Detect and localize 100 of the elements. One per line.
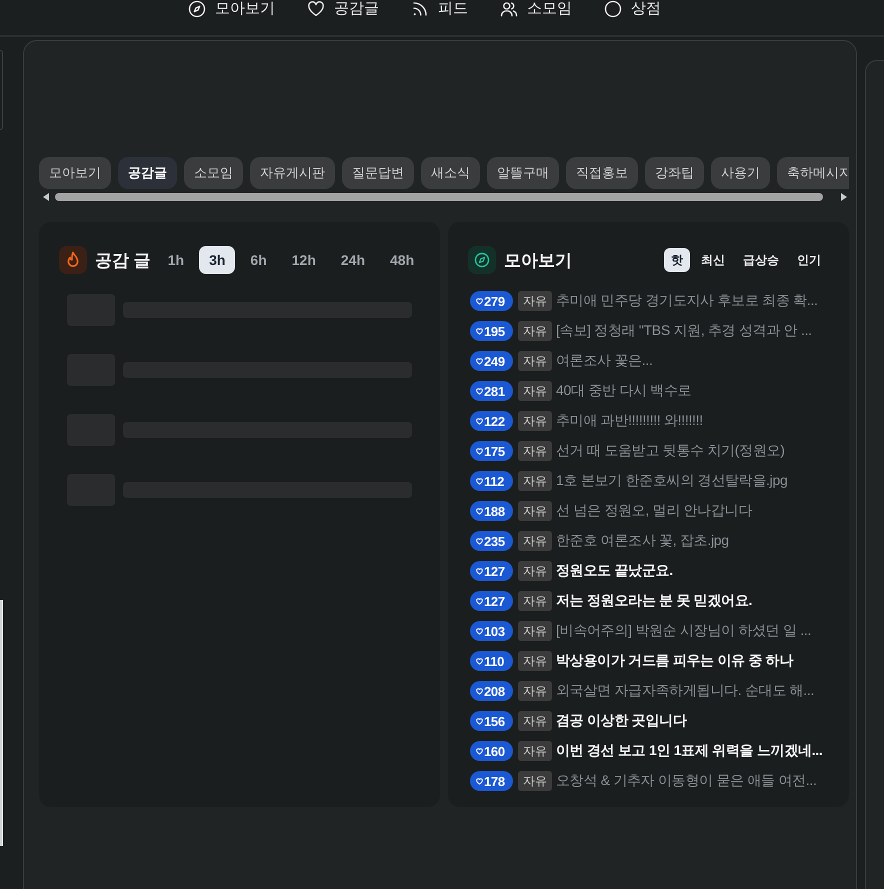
like-count: 175 xyxy=(484,444,505,458)
post-title[interactable]: 40대 중반 다시 백수로 xyxy=(556,382,692,400)
post-title[interactable]: 선 넘은 정원오, 멀리 안나갑니다 xyxy=(556,502,752,520)
scroll-right-icon[interactable] xyxy=(841,193,847,201)
heart-icon xyxy=(307,0,325,18)
like-count: 279 xyxy=(484,294,505,308)
nav-link[interactable]: 공감글 xyxy=(307,0,379,18)
heart-icon xyxy=(476,778,483,784)
category-tag: 자유 xyxy=(518,711,552,731)
post-title[interactable]: 1호 본보기 한준호씨의 경선탈락을.jpg xyxy=(556,472,788,490)
category-tag: 자유 xyxy=(518,651,552,671)
category-tag: 자유 xyxy=(518,741,552,761)
heart-icon xyxy=(476,748,483,754)
like-count: 103 xyxy=(484,624,505,638)
like-count: 127 xyxy=(484,564,505,578)
scrollbar-thumb[interactable] xyxy=(55,193,823,201)
post-title[interactable]: 정원오도 끝났군요. xyxy=(556,562,673,580)
category-tag: 자유 xyxy=(518,771,552,791)
board-tab[interactable]: 사용기 xyxy=(711,157,770,189)
category-tag: 자유 xyxy=(518,441,552,461)
category-tag: 자유 xyxy=(518,501,552,521)
sort-tab[interactable]: 급상승 xyxy=(736,248,786,272)
board-tab[interactable]: 질문답변 xyxy=(342,157,414,189)
category-tag: 자유 xyxy=(518,591,552,611)
board-tab[interactable]: 강좌팁 xyxy=(645,157,704,189)
like-count: 195 xyxy=(484,324,505,338)
like-count: 110 xyxy=(484,654,504,668)
post-title[interactable]: 한준호 여론조사 꽃, 잡초.jpg xyxy=(556,532,729,550)
heart-icon xyxy=(476,358,483,364)
board-tab[interactable]: 공감글 xyxy=(118,157,177,189)
scroll-left-icon[interactable] xyxy=(43,193,49,201)
heart-icon xyxy=(476,328,483,334)
time-filter-tab[interactable]: 6h xyxy=(240,246,277,274)
heart-icon xyxy=(476,568,483,574)
category-tag: 자유 xyxy=(518,321,552,341)
panel-title: 모아보기 xyxy=(504,250,572,272)
circle-icon xyxy=(604,0,622,18)
like-count: 122 xyxy=(484,414,505,428)
post-title[interactable]: 저는 정원오라는 분 못 믿겠어요. xyxy=(556,592,752,610)
heart-icon xyxy=(476,718,483,724)
heart-icon xyxy=(476,598,483,604)
heart-icon xyxy=(476,688,483,694)
time-filter-tab[interactable]: 12h xyxy=(282,246,326,274)
like-count: 249 xyxy=(484,354,505,368)
heart-icon xyxy=(476,388,483,394)
time-filter-tab[interactable]: 1h xyxy=(158,246,194,274)
sort-tab[interactable]: 최신 xyxy=(694,248,732,272)
sort-tab[interactable]: 핫 xyxy=(664,248,690,272)
compass-icon xyxy=(188,0,206,18)
board-tab[interactable]: 소모임 xyxy=(184,157,243,189)
nav-link[interactable]: 모아보기 xyxy=(188,0,275,18)
heart-icon xyxy=(476,448,483,454)
post-title[interactable]: 겸공 이상한 곳입니다 xyxy=(556,712,686,730)
post-title[interactable]: 선거 때 도움받고 뒷통수 치기(정원오) xyxy=(556,442,785,460)
heart-icon xyxy=(476,478,483,484)
post-title[interactable]: 여론조사 꽃은... xyxy=(556,352,653,370)
time-filter-tab[interactable]: 48h xyxy=(380,246,424,274)
category-tag: 자유 xyxy=(518,411,552,431)
like-count: 208 xyxy=(484,684,505,698)
board-tab[interactable]: 자유게시판 xyxy=(250,157,335,189)
board-tab[interactable]: 직접홍보 xyxy=(566,157,638,189)
flame-icon xyxy=(59,246,87,274)
like-count: 112 xyxy=(484,474,504,488)
time-filter-tab[interactable]: 24h xyxy=(330,246,376,274)
nav-link[interactable]: 피드 xyxy=(411,0,468,18)
board-tab[interactable]: 모아보기 xyxy=(39,157,111,189)
post-title[interactable]: 외국살면 자급자족하게됩니다. 순대도 해... xyxy=(556,682,814,700)
panel-title: 공감 글 xyxy=(95,250,151,272)
post-title[interactable]: 박상용이가 거드름 피우는 이유 중 하나 xyxy=(556,652,794,670)
category-tag: 자유 xyxy=(518,381,552,401)
heart-icon xyxy=(476,628,483,634)
heart-icon xyxy=(476,658,483,664)
post-title[interactable]: [비속어주의] 박원순 시장님이 하셨던 일 ... xyxy=(556,622,812,640)
heart-icon xyxy=(476,508,483,514)
post-title[interactable]: 이번 경선 보고 1인 1표제 위력을 느끼겠네... xyxy=(556,742,822,760)
sort-tab[interactable]: 인기 xyxy=(790,248,828,272)
compass-icon xyxy=(468,246,496,274)
people-icon xyxy=(500,0,518,18)
category-tag: 자유 xyxy=(518,531,552,551)
post-title[interactable]: [속보] 정청래 "TBS 지원, 추경 성격과 안 ... xyxy=(556,322,812,340)
rss-icon xyxy=(411,0,429,18)
like-count: 235 xyxy=(484,534,505,548)
category-tag: 자유 xyxy=(518,351,552,371)
board-tab[interactable]: 축하메시지 xyxy=(777,157,849,189)
heart-icon xyxy=(476,418,483,424)
category-tag: 자유 xyxy=(518,621,552,641)
category-tag: 자유 xyxy=(518,561,552,581)
category-tag: 자유 xyxy=(518,291,552,311)
like-count: 281 xyxy=(484,384,505,398)
like-count: 127 xyxy=(484,594,505,608)
like-count: 156 xyxy=(484,714,505,728)
heart-icon xyxy=(476,538,483,544)
post-title[interactable]: 추미애 민주당 경기도지사 후보로 최종 확... xyxy=(556,292,818,310)
time-filter-tab[interactable]: 3h xyxy=(199,246,236,274)
board-tab[interactable]: 알뜰구매 xyxy=(487,157,559,189)
nav-link[interactable]: 상점 xyxy=(604,0,661,18)
post-title[interactable]: 오창석 & 기추자 이동형이 묻은 애들 여전... xyxy=(556,772,817,790)
nav-link[interactable]: 소모임 xyxy=(500,0,572,18)
board-tab[interactable]: 새소식 xyxy=(421,157,480,189)
post-title[interactable]: 추미애 과반!!!!!!!!! 와!!!!!!! xyxy=(556,412,703,430)
